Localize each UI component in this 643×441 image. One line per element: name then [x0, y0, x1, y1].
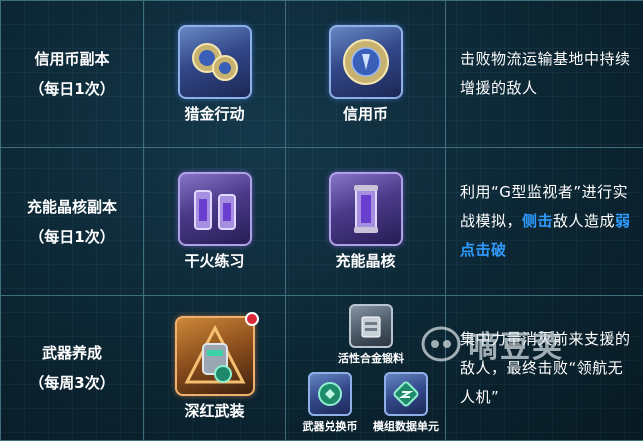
stage-label: 干火练习 — [144, 250, 285, 271]
activity-name-cell: 充能晶核副本 （每日1次） — [1, 148, 144, 296]
stage-cell: 深红武装 — [144, 296, 286, 441]
description-cell: 集中力量消灭前来支援的敌人，最终击败“领航无人机” — [446, 296, 643, 441]
activity-name: 信用币副本 — [1, 44, 143, 74]
reward-label: 充能晶核 — [286, 250, 445, 271]
table-row: 充能晶核副本 （每日1次） 干火练习 — [1, 148, 643, 296]
activity-frequency: （每日1次） — [1, 74, 143, 104]
activity-table: 信用币副本 （每日1次） 猎金行动 信用币 — [0, 0, 643, 441]
reward-item: 活性合金锻料 — [336, 304, 406, 366]
alloy-ingot-icon[interactable] — [349, 304, 393, 348]
stage-cell: 猎金行动 — [144, 1, 286, 148]
module-data-icon[interactable] — [384, 372, 428, 416]
weapon-token-icon[interactable] — [308, 372, 352, 416]
reward-label: 模组数据单元 — [370, 418, 442, 434]
reward-group: 活性合金锻料 武器兑换币 — [286, 296, 445, 440]
reward-item: 模组数据单元 — [370, 372, 442, 434]
activity-name-cell: 信用币副本 （每日1次） — [1, 1, 144, 148]
description-cell: 利用“G型监视者”进行实战模拟，侧击敌人造成弱点击破 — [446, 148, 643, 296]
description-cell: 击败物流运输基地中持续增援的敌人 — [446, 1, 643, 148]
activity-description: 击败物流运输基地中持续增援的敌人 — [446, 45, 643, 103]
activity-description: 利用“G型监视者”进行实战模拟，侧击敌人造成弱点击破 — [446, 178, 643, 265]
stage-cell: 干火练习 — [144, 148, 286, 296]
reward-cell: 充能晶核 — [286, 148, 446, 296]
activity-name-cell: 武器养成 （每周3次） — [1, 296, 144, 441]
stage-label: 深红武装 — [144, 400, 285, 421]
coin-stack-icon[interactable] — [178, 25, 252, 99]
activity-description: 集中力量消灭前来支援的敌人，最终击败“领航无人机” — [446, 325, 643, 412]
table-row: 信用币副本 （每日1次） 猎金行动 信用币 — [1, 1, 643, 148]
reward-cell: 活性合金锻料 武器兑换币 — [286, 296, 446, 441]
table-row: 武器养成 （每周3次） 深红武装 — [1, 296, 643, 441]
highlight-flank: 侧击 — [522, 212, 553, 230]
reward-item: 武器兑换币 — [298, 372, 362, 434]
description-text: 敌人造成 — [553, 212, 615, 230]
activity-frequency: （每周3次） — [1, 368, 143, 398]
activity-frequency: （每日1次） — [1, 222, 143, 252]
reward-label: 活性合金锻料 — [336, 350, 406, 366]
stage-label: 猎金行动 — [144, 103, 285, 124]
core-capsule-pair-icon[interactable] — [178, 172, 252, 246]
crimson-armory-icon[interactable] — [175, 316, 255, 396]
activity-name: 充能晶核副本 — [1, 192, 143, 222]
credit-coin-icon[interactable] — [329, 25, 403, 99]
activity-name: 武器养成 — [1, 338, 143, 368]
reward-cell: 信用币 — [286, 1, 446, 148]
reward-label: 信用币 — [286, 103, 445, 124]
notification-dot-icon — [245, 312, 259, 326]
charged-core-icon[interactable] — [329, 172, 403, 246]
reward-label: 武器兑换币 — [298, 418, 362, 434]
